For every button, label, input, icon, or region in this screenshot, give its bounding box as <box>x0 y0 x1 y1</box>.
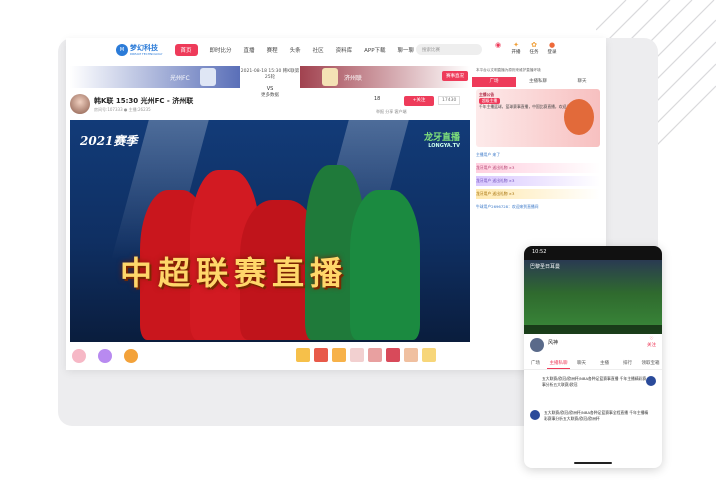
phone-tab[interactable]: 排行 <box>616 358 639 369</box>
chat-message: 牛球用户2696728：欢迎来到直播间 <box>476 204 539 209</box>
gift-item-icon[interactable] <box>404 348 418 362</box>
phone-follow-button[interactable]: ♡ 关注 <box>647 337 656 348</box>
gift-bar <box>296 348 440 362</box>
search-input[interactable]: 搜索比赛 <box>416 44 482 55</box>
home-team-bar[interactable]: 光州FC <box>70 66 240 88</box>
phone-time: 10:52 <box>532 249 547 255</box>
top-actions: ◉ ✦ 开播 ✿ 任务 ● 登录 <box>490 41 562 55</box>
gift-item-icon[interactable] <box>314 348 328 362</box>
mascot-icon <box>564 99 594 135</box>
anchor-notice: 主播公告 超级主播 千年主播篮球，篮球赛事直播，中国比赛直播，欢迎关注！ <box>476 89 600 147</box>
tasks-label: 任务 <box>529 50 539 55</box>
chat-warning: 本平台以文明直播为原则来维护直播环境 <box>476 68 541 72</box>
room-heat: 18 <box>374 96 381 102</box>
logo[interactable]: M 梦幻科技 DREAM TECHNOLOGY <box>116 44 163 56</box>
logo-subtitle: DREAM TECHNOLOGY <box>130 51 163 56</box>
follow-button[interactable]: +关注 <box>404 96 434 106</box>
brand-name: 龙牙直播 <box>423 133 460 143</box>
nav-live-score[interactable]: 即时比分 <box>210 46 232 54</box>
nav-schedule[interactable]: 赛程 <box>267 46 278 54</box>
home-team-name: 光州FC <box>170 75 190 82</box>
gift-item-icon[interactable] <box>422 348 436 362</box>
top-action-tasks[interactable]: ✿ 任务 <box>526 41 542 55</box>
room-meta: 房间号:107333 ● 主播:26235 <box>94 107 151 112</box>
gift-item-icon[interactable] <box>368 348 382 362</box>
phone-tab[interactable]: 主播 <box>593 358 616 369</box>
phone-video[interactable]: 巴黎圣日耳曼 <box>524 260 662 334</box>
phone-follow-label: 关注 <box>647 343 656 348</box>
nav-live[interactable]: 直播 <box>244 46 255 54</box>
top-action-record[interactable]: ◉ <box>490 41 506 55</box>
tab-chat[interactable]: 聊天 <box>560 77 604 87</box>
badge-icon[interactable] <box>98 349 112 363</box>
phone-status-bar: 10:52 <box>524 246 662 260</box>
video-player[interactable]: 2021赛季 龙牙直播 LONGYA.TV 中超联赛直播 <box>70 120 470 342</box>
user-icon: ● <box>548 41 556 49</box>
fans-count: 17430 <box>438 96 461 105</box>
away-team-crest-icon <box>322 68 338 86</box>
phone-mockup: 10:52 巴黎圣日耳曼 风神 ♡ 关注 广场 主播私聊 聊天 主播 排行 领取宝… <box>524 246 662 468</box>
match-banner: 光州FC 2021-08-18 15:30 韩K联第25轮 VS 更多数据 济州… <box>70 66 470 98</box>
home-team-crest-icon <box>200 68 216 86</box>
gift-item-icon[interactable] <box>386 348 400 362</box>
season-label: 2021赛季 <box>80 134 138 148</box>
chat-message: 龙牙用户 送出礼物 ×3 <box>476 176 600 186</box>
video-headline: 中超联赛直播 <box>120 254 349 292</box>
logo-icon: M <box>116 44 128 56</box>
home-indicator <box>574 462 612 464</box>
go-live-label: 开播 <box>511 50 521 55</box>
match-time: 2021-08-18 15:30 韩K联第25轮 <box>240 69 300 80</box>
nav-community[interactable]: 社区 <box>313 46 324 54</box>
anchor-avatar-icon[interactable] <box>72 349 86 363</box>
gift-item-icon[interactable] <box>296 348 310 362</box>
gift-box-icon[interactable] <box>124 349 138 363</box>
phone-tab[interactable]: 领取宝箱 <box>639 358 662 369</box>
brand-logo: 龙牙直播 LONGYA.TV <box>424 130 460 149</box>
nav-headlines[interactable]: 头条 <box>290 46 301 54</box>
chat-tabs: 广场 主播私聊 聊天 <box>472 77 604 87</box>
phone-message: 五大联赛/欧冠/欧洲杯/NBA各种足篮赛事全程直播 千年主播精彩赛事分析五大联赛… <box>544 410 649 421</box>
tab-private[interactable]: 主播私聊 <box>516 77 560 87</box>
match-detail-button[interactable]: 赛事直况 <box>442 71 468 81</box>
nav-home[interactable]: 首页 <box>174 44 198 56</box>
heart-icon: ♡ <box>649 337 654 342</box>
room-header: 韩K联 15:30 光州FC - 济州联 房间号:107333 ● 主播:262… <box>70 94 470 118</box>
gift-item-icon[interactable] <box>350 348 364 362</box>
phone-message-avatar <box>530 410 540 420</box>
login-label: 登录 <box>547 50 557 55</box>
gift-item-icon[interactable] <box>332 348 346 362</box>
chat-message: 龙牙用户 送出礼物 ×3 <box>476 163 600 173</box>
phone-anchor-avatar[interactable] <box>530 338 544 352</box>
record-icon: ◉ <box>494 41 502 49</box>
tab-square[interactable]: 广场 <box>472 77 516 87</box>
broadcast-icon: ✦ <box>513 41 519 49</box>
top-action-login[interactable]: ● 登录 <box>544 41 560 55</box>
phone-video-title: 巴黎圣日耳曼 <box>530 264 561 270</box>
room-actions[interactable]: 举报 分享 客户端 <box>376 109 407 115</box>
phone-anchor-row: 风神 ♡ 关注 <box>524 334 662 358</box>
phone-tab[interactable]: 广场 <box>524 358 547 369</box>
room-title: 韩K联 15:30 光州FC - 济州联 <box>94 97 194 105</box>
phone-message: 五大联赛/欧冠/欧洲杯/NBA各种足篮赛事直播 千年主播精彩赛事分析五大联赛/欧… <box>542 376 647 387</box>
chat-message: 龙牙用户 送出礼物 ×3 <box>476 189 600 199</box>
streamer-avatar[interactable] <box>70 94 90 114</box>
phone-tab[interactable]: 聊天 <box>570 358 593 369</box>
chat-message: 主播用户 来了 <box>476 152 500 157</box>
player-figure <box>350 190 420 340</box>
nav-chat[interactable]: 聊一聊 <box>398 46 415 54</box>
top-navigation: M 梦幻科技 DREAM TECHNOLOGY 首页 即时比分 直播 赛程 头条… <box>66 38 606 62</box>
phone-tabs: 广场 主播私聊 聊天 主播 排行 领取宝箱 <box>524 358 662 370</box>
nav-database[interactable]: 资料库 <box>336 46 353 54</box>
brand-sub: LONGYA.TV <box>428 143 460 149</box>
logo-text: 梦幻科技 <box>130 43 158 52</box>
task-icon: ✿ <box>531 41 537 49</box>
phone-anchor-name: 风神 <box>548 340 559 346</box>
phone-video-controls[interactable] <box>524 325 662 334</box>
nav-app-download[interactable]: APP下载 <box>364 46 385 54</box>
away-team-name: 济州联 <box>344 75 363 82</box>
bottom-toolbar <box>70 344 470 368</box>
top-action-go-live[interactable]: ✦ 开播 <box>508 41 524 55</box>
phone-tab[interactable]: 主播私聊 <box>547 358 570 369</box>
